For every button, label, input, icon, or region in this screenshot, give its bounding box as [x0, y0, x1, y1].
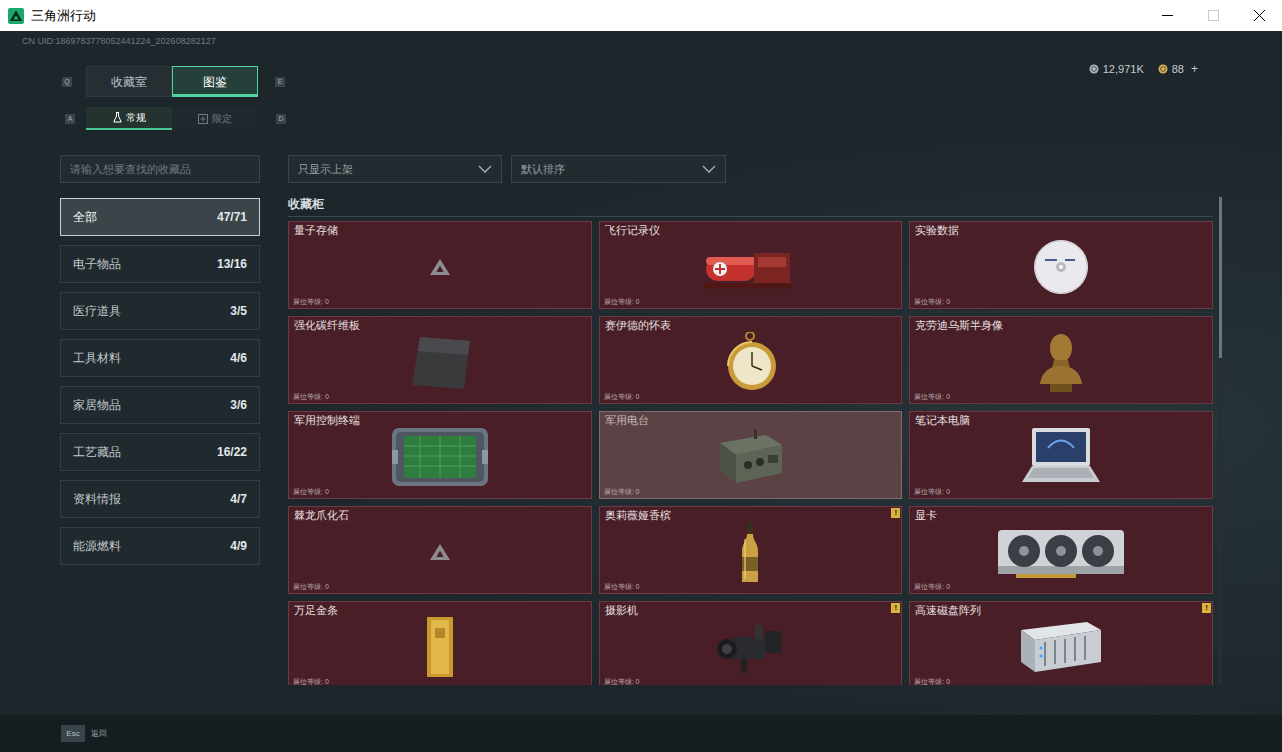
locked-item-icon: [289, 522, 591, 582]
item-card[interactable]: 奥莉薇娅香槟展位等级: 0!: [599, 506, 903, 594]
maximize-button[interactable]: [1190, 0, 1236, 31]
item-picture-icon: [600, 617, 902, 677]
item-card[interactable]: 强化碳纤维板展位等级: 0: [288, 316, 592, 404]
coin-icon: [1089, 64, 1099, 74]
tab[interactable]: 收藏室: [86, 66, 172, 97]
content-panel: 只显示上架 默认排序 收藏柜 量子存储展位等级: 0飞行记录仪展位等级: 0实验…: [288, 155, 1222, 685]
flask-icon: [113, 112, 122, 123]
title-bar: 三角洲行动: [0, 0, 1282, 31]
currency-item: 88+: [1158, 62, 1198, 76]
item-picture-icon: [910, 237, 1212, 297]
item-card[interactable]: 军用控制终端展位等级: 0: [288, 411, 592, 499]
category-item[interactable]: 工艺藏品16/22: [60, 433, 260, 471]
filter-dropdown[interactable]: 只显示上架: [288, 155, 502, 183]
frame-icon: [198, 114, 208, 124]
item-picture-icon: [910, 522, 1212, 582]
item-card[interactable]: 实验数据展位等级: 0: [909, 221, 1213, 309]
key-hint: Q: [62, 77, 72, 87]
subtab-group: 常规限定: [86, 107, 258, 130]
item-picture-icon: [600, 427, 902, 487]
maximize-icon: [1208, 10, 1219, 21]
category-item[interactable]: 医疗道具3/5: [60, 292, 260, 330]
category-item[interactable]: 工具材料4/6: [60, 339, 260, 377]
subtab[interactable]: 常规: [86, 107, 172, 130]
item-picture-icon: [910, 332, 1212, 392]
close-button[interactable]: [1236, 0, 1282, 31]
category-item[interactable]: 全部47/71: [60, 198, 260, 236]
chevron-down-icon: [702, 165, 716, 173]
item-picture-icon: [910, 617, 1212, 677]
key-hint: E: [275, 77, 285, 87]
game-area: CN UID:1869783778052441224_202608282127 …: [0, 31, 1282, 752]
locked-item-icon: [289, 237, 591, 297]
currency-item: 12,971K: [1089, 62, 1144, 76]
sidebar: 全部47/71 电子物品13/16 医疗道具3/5 工具材料4/6 家居物品3/6 工艺藏…: [60, 155, 260, 685]
scrollbar-track[interactable]: [1219, 197, 1222, 685]
item-card[interactable]: 摄影机展位等级: 0!: [599, 601, 903, 685]
category-item[interactable]: 能源燃料4/9: [60, 527, 260, 565]
key-hint: Esc: [61, 725, 85, 742]
tab[interactable]: 图鉴: [172, 66, 258, 97]
item-card[interactable]: 克劳迪乌斯半身像展位等级: 0: [909, 316, 1213, 404]
key-hint: D: [276, 114, 286, 124]
minimize-icon: [1162, 10, 1173, 21]
search-input[interactable]: [60, 155, 260, 183]
subtab[interactable]: 限定: [172, 107, 258, 130]
item-picture-icon: [910, 427, 1212, 487]
key-hint: A: [65, 114, 75, 124]
uid-label: CN UID:1869783778052441224_202608282127: [0, 31, 1282, 46]
item-card[interactable]: 赛伊德的怀表展位等级: 0: [599, 316, 903, 404]
window-title: 三角洲行动: [31, 6, 96, 26]
add-currency-button[interactable]: +: [1191, 62, 1198, 76]
category-item[interactable]: 家居物品3/6: [60, 386, 260, 424]
category-item[interactable]: 资料情报4/7: [60, 480, 260, 518]
item-card[interactable]: 万足金条展位等级: 0: [288, 601, 592, 685]
item-picture-icon: [600, 237, 902, 297]
item-picture-icon: [289, 332, 591, 392]
alert-badge: !: [1202, 603, 1211, 613]
alert-badge: !: [891, 603, 900, 613]
minimize-button[interactable]: [1144, 0, 1190, 31]
item-picture-icon: [289, 617, 591, 677]
app-logo-icon: [8, 8, 24, 24]
item-picture-icon: [600, 332, 902, 392]
footer-bar: Esc 返回: [0, 715, 1282, 752]
close-icon: [1254, 10, 1265, 21]
currency-bar: 12,971K 88+: [1089, 62, 1198, 76]
alert-badge: !: [891, 508, 900, 518]
coin-icon: [1158, 64, 1168, 74]
chevron-down-icon: [478, 165, 492, 173]
item-picture-icon: [289, 427, 591, 487]
category-item[interactable]: 电子物品13/16: [60, 245, 260, 283]
sort-dropdown[interactable]: 默认排序: [511, 155, 726, 183]
item-card[interactable]: 军用电台展位等级: 0: [599, 411, 903, 499]
item-card[interactable]: 显卡展位等级: 0: [909, 506, 1213, 594]
item-card[interactable]: 量子存储展位等级: 0: [288, 221, 592, 309]
item-card[interactable]: 飞行记录仪展位等级: 0: [599, 221, 903, 309]
back-button[interactable]: Esc 返回: [61, 725, 107, 742]
tab-group: 收藏室图鉴: [86, 66, 258, 97]
item-picture-icon: [600, 522, 902, 582]
item-card[interactable]: 笔记本电脑展位等级: 0: [909, 411, 1213, 499]
item-card[interactable]: 棘龙爪化石展位等级: 0: [288, 506, 592, 594]
item-grid: 量子存储展位等级: 0飞行记录仪展位等级: 0实验数据展位等级: 0 强化碳纤维板…: [288, 221, 1213, 685]
scrollbar-thumb[interactable]: [1219, 197, 1222, 358]
section-heading: 收藏柜: [288, 197, 1213, 217]
item-card[interactable]: 高速磁盘阵列展位等级: 0!: [909, 601, 1213, 685]
